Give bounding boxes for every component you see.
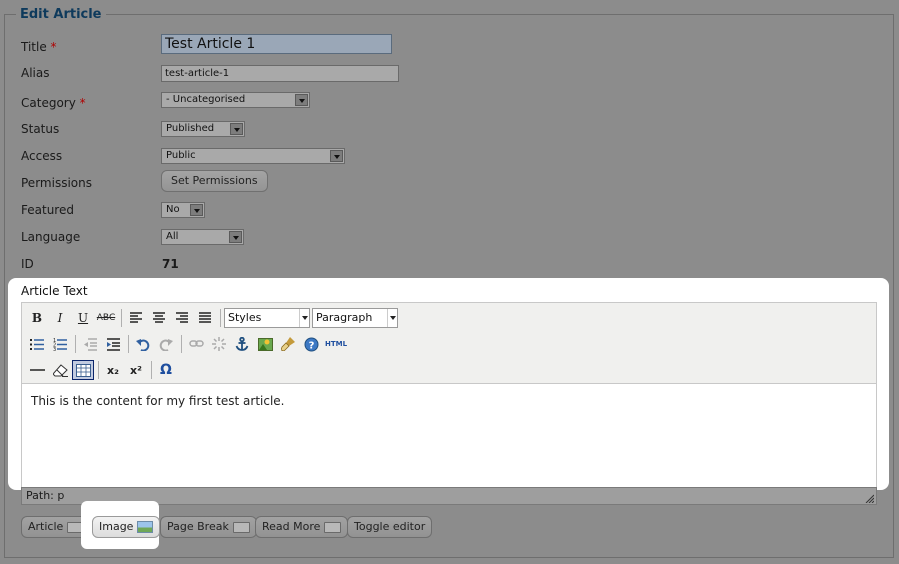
toolbar-separator: [128, 335, 129, 353]
special-char-icon[interactable]: Ω: [155, 360, 177, 380]
align-justify-icon[interactable]: [194, 308, 216, 328]
anchor-icon[interactable]: [231, 334, 253, 354]
numbered-list-icon[interactable]: 123: [49, 334, 71, 354]
page-break-button[interactable]: Page Break: [160, 516, 257, 538]
featured-select[interactable]: No: [161, 202, 205, 218]
resize-handle-icon[interactable]: [865, 494, 874, 503]
required-marker: *: [79, 96, 86, 110]
toolbar-separator: [98, 361, 99, 379]
title-label: Title *: [21, 40, 57, 54]
category-label: Category *: [21, 96, 86, 110]
image-button-label: Image: [99, 520, 134, 533]
horizontal-rule-icon[interactable]: [26, 360, 48, 380]
image-button[interactable]: Image: [92, 516, 161, 538]
strikethrough-icon[interactable]: ABC: [95, 308, 117, 328]
access-label: Access: [21, 149, 63, 163]
bullet-list-icon[interactable]: [26, 334, 48, 354]
article-text-label: Article Text: [21, 284, 88, 298]
redo-icon[interactable]: [155, 334, 177, 354]
required-marker: *: [50, 40, 57, 54]
format-select[interactable]: Paragraph: [312, 308, 398, 328]
svg-text:3: 3: [53, 347, 56, 351]
category-select[interactable]: - Uncategorised: [161, 92, 310, 108]
picture-icon: [137, 521, 154, 533]
toggle-editor-button-label: Toggle editor: [354, 520, 426, 533]
read-more-button[interactable]: Read More: [255, 516, 349, 538]
page-break-icon: [232, 521, 250, 533]
language-label: Language: [21, 230, 81, 244]
article-button-label: Article: [28, 520, 64, 533]
editor-toolbar: B I U ABC Styles Paragraph 1 2 3 ? HTML …: [22, 303, 876, 384]
chevron-down-icon: [330, 150, 343, 162]
html-icon[interactable]: HTML: [323, 334, 349, 354]
fieldset-legend: Edit Article: [16, 7, 106, 22]
read-more-button-label: Read More: [262, 520, 321, 533]
chevron-down-icon: [299, 309, 309, 327]
read-more-icon: [324, 521, 342, 533]
toolbar-row-3: x₂ x² Ω: [26, 359, 178, 381]
link-icon[interactable]: [185, 334, 207, 354]
cleanup-icon[interactable]: [277, 334, 299, 354]
chevron-down-icon: [229, 231, 242, 243]
alias-label: Alias: [21, 66, 50, 80]
page-break-button-label: Page Break: [167, 520, 229, 533]
underline-icon[interactable]: U: [72, 308, 94, 328]
status-select[interactable]: Published: [161, 121, 245, 137]
set-permissions-button[interactable]: Set Permissions: [161, 170, 268, 192]
undo-icon[interactable]: [132, 334, 154, 354]
status-label: Status: [21, 122, 60, 136]
unlink-icon[interactable]: [208, 334, 230, 354]
toggle-editor-button[interactable]: Toggle editor: [347, 516, 433, 538]
italic-icon[interactable]: I: [49, 308, 71, 328]
chevron-down-icon: [230, 123, 243, 135]
align-left-icon[interactable]: [125, 308, 147, 328]
help-icon[interactable]: ?: [300, 334, 322, 354]
toolbar-separator: [220, 309, 221, 327]
permissions-label: Permissions: [21, 176, 92, 190]
toolbar-separator: [181, 335, 182, 353]
chevron-down-icon: [190, 204, 203, 216]
subscript-icon[interactable]: x₂: [102, 360, 124, 380]
toolbar-row-1: B I U ABC Styles Paragraph: [26, 307, 400, 329]
chevron-down-icon: [387, 309, 397, 327]
remove-format-icon[interactable]: [49, 360, 71, 380]
align-center-icon[interactable]: [148, 308, 170, 328]
styles-select[interactable]: Styles: [224, 308, 310, 328]
toolbar-separator: [75, 335, 76, 353]
access-select[interactable]: Public: [161, 148, 345, 164]
visual-aid-icon[interactable]: [72, 360, 94, 380]
language-select[interactable]: All: [161, 229, 244, 245]
indent-icon[interactable]: [102, 334, 124, 354]
toolbar-row-2: 123 ? HTML: [26, 333, 350, 355]
rich-text-editor: B I U ABC Styles Paragraph 1 2 3 ? HTML …: [21, 302, 877, 489]
help-glyph: ?: [308, 340, 314, 351]
editor-content[interactable]: This is the content for my first test ar…: [22, 385, 876, 489]
chevron-down-icon: [295, 94, 308, 106]
bold-icon[interactable]: B: [26, 308, 48, 328]
toolbar-separator: [151, 361, 152, 379]
image-icon[interactable]: [254, 334, 276, 354]
path-text: Path: p: [26, 489, 65, 502]
toolbar-separator: [121, 309, 122, 327]
featured-label: Featured: [21, 203, 74, 217]
align-right-icon[interactable]: [171, 308, 193, 328]
superscript-icon[interactable]: x²: [125, 360, 147, 380]
id-value: 71: [162, 257, 179, 271]
id-label: ID: [21, 257, 34, 271]
title-input[interactable]: [161, 34, 392, 54]
editor-panel: Article Text B I U ABC Styles Paragraph …: [8, 278, 889, 490]
alias-input[interactable]: [161, 65, 399, 82]
outdent-icon[interactable]: [79, 334, 101, 354]
